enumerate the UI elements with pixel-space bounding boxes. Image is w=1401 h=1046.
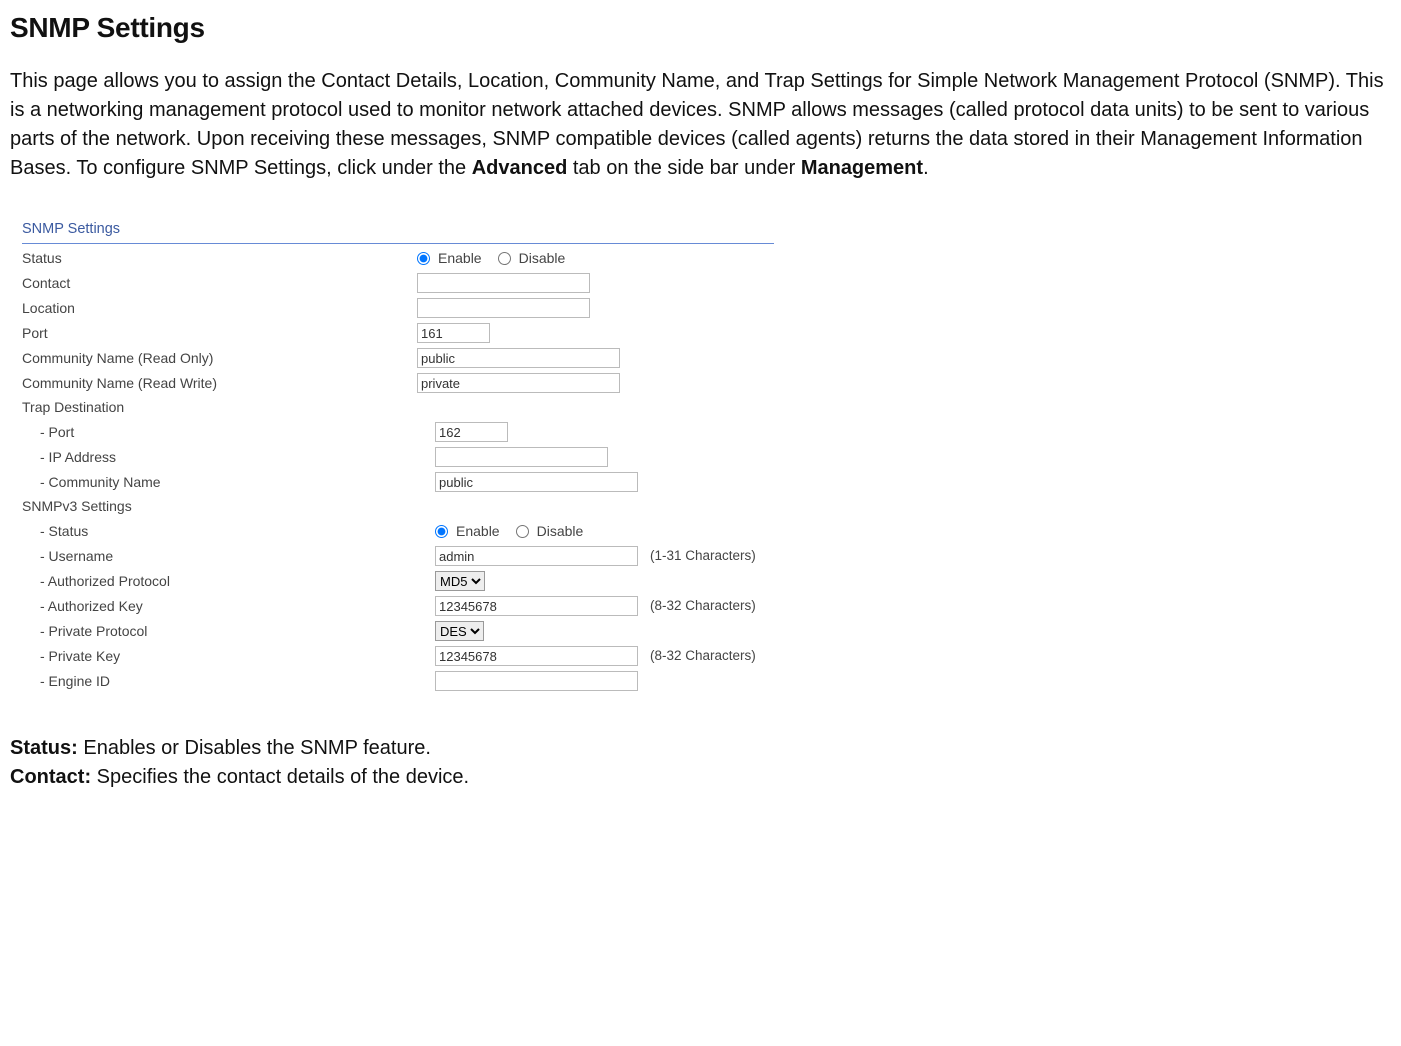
definitions: Status: Enables or Disables the SNMP fea… xyxy=(10,734,1391,792)
panel-heading: SNMP Settings xyxy=(22,213,774,243)
v3-engine-label: - Engine ID xyxy=(22,671,435,691)
snmp-settings-panel: SNMP Settings Status Enable Disable Cont… xyxy=(22,213,774,694)
v3-auth-key-input[interactable] xyxy=(435,596,638,616)
status-disable-radio[interactable] xyxy=(498,252,511,265)
v3-priv-proto-label: - Private Protocol xyxy=(22,621,435,641)
location-label: Location xyxy=(22,298,417,318)
trap-comm-label: - Community Name xyxy=(22,472,435,492)
v3-status-disable-radio[interactable] xyxy=(516,525,529,538)
comm-ro-input[interactable] xyxy=(417,348,620,368)
panel-divider xyxy=(22,243,774,244)
v3-auth-key-hint: (8-32 Characters) xyxy=(650,596,756,616)
contact-label: Contact xyxy=(22,273,417,293)
v3-priv-key-input[interactable] xyxy=(435,646,638,666)
v3-auth-proto-select[interactable]: MD5 xyxy=(435,571,485,591)
v3-status-disable-label: Disable xyxy=(537,521,584,541)
port-input[interactable] xyxy=(417,323,490,343)
def-status-text: Enables or Disables the SNMP feature. xyxy=(78,737,431,759)
intro-paragraph: This page allows you to assign the Conta… xyxy=(10,67,1391,183)
status-enable-label: Enable xyxy=(438,248,482,268)
v3-username-label: - Username xyxy=(22,546,435,566)
trap-comm-input[interactable] xyxy=(435,472,638,492)
v3-username-hint: (1-31 Characters) xyxy=(650,546,756,566)
trap-ip-label: - IP Address xyxy=(22,447,435,467)
v3-priv-key-label: - Private Key xyxy=(22,646,435,666)
intro-advanced: Advanced xyxy=(472,157,568,179)
intro-text-3: . xyxy=(923,157,929,179)
v3-status-enable-label: Enable xyxy=(456,521,500,541)
intro-management: Management xyxy=(801,157,923,179)
v3-auth-proto-label: - Authorized Protocol xyxy=(22,571,435,591)
location-input[interactable] xyxy=(417,298,590,318)
v3-priv-proto-select[interactable]: DES xyxy=(435,621,484,641)
page-title: SNMP Settings xyxy=(10,8,1391,49)
status-label: Status xyxy=(22,248,417,268)
v3-username-input[interactable] xyxy=(435,546,638,566)
trap-port-input[interactable] xyxy=(435,422,508,442)
status-disable-label: Disable xyxy=(519,248,566,268)
intro-text-2: tab on the side bar under xyxy=(567,157,801,179)
contact-input[interactable] xyxy=(417,273,590,293)
comm-rw-input[interactable] xyxy=(417,373,620,393)
comm-ro-label: Community Name (Read Only) xyxy=(22,348,417,368)
port-label: Port xyxy=(22,323,417,343)
trap-ip-input[interactable] xyxy=(435,447,608,467)
trap-port-label: - Port xyxy=(22,422,435,442)
def-contact-text: Specifies the contact details of the dev… xyxy=(91,766,469,788)
status-enable-radio[interactable] xyxy=(417,252,430,265)
def-contact-label: Contact: xyxy=(10,766,91,788)
v3-priv-key-hint: (8-32 Characters) xyxy=(650,646,756,666)
comm-rw-label: Community Name (Read Write) xyxy=(22,373,417,393)
v3-engine-input[interactable] xyxy=(435,671,638,691)
v3-status-enable-radio[interactable] xyxy=(435,525,448,538)
v3-auth-key-label: - Authorized Key xyxy=(22,596,435,616)
v3-status-label: - Status xyxy=(22,521,435,541)
snmpv3-heading: SNMPv3 Settings xyxy=(22,495,774,519)
def-status-label: Status: xyxy=(10,737,78,759)
trap-destination-heading: Trap Destination xyxy=(22,396,774,420)
